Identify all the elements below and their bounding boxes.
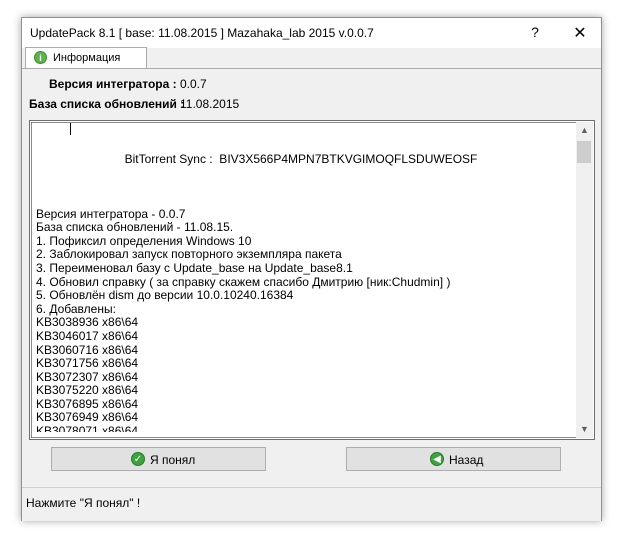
changelog-line: KB3075220 x86\64	[36, 383, 139, 398]
ok-button[interactable]: ✓ Я понял	[51, 447, 266, 471]
changelog-line: KB3076895 x86\64	[36, 396, 139, 411]
changelog-line: 1. Пофиксил определения Windows 10	[36, 233, 252, 248]
vertical-scrollbar[interactable]: ▲ ▼	[576, 122, 593, 438]
changelog-line: KB3078071 x86\64	[36, 424, 139, 432]
tab-information[interactable]: i Информация	[25, 47, 147, 69]
changelog-line: База списка обновлений - 11.08.15.	[36, 220, 234, 235]
status-text: Нажмите "Я понял" !	[26, 496, 141, 510]
bittorrent-sync-line: BitTorrent Sync : BIV3X566P4MPN7BTKVGIMO…	[124, 152, 478, 167]
changelog-line: KB3046017 x86\64	[36, 328, 139, 343]
tab-information-label: Информация	[53, 52, 121, 64]
scroll-thumb[interactable]	[577, 141, 591, 163]
changelog-textbox[interactable]: BitTorrent Sync : BIV3X566P4MPN7BTKVGIMO…	[29, 120, 595, 440]
base-label: База списка обновлений :	[29, 97, 185, 111]
title-bar: UpdatePack 8.1 [ base: 11.08.2015 ] Maza…	[22, 18, 601, 48]
status-bar: Нажмите "Я понял" !	[22, 487, 601, 521]
changelog-line: KB3076949 x86\64	[36, 410, 139, 425]
close-button[interactable]: ✕	[570, 23, 590, 43]
integrator-version-label: Версия интегратора :	[49, 77, 177, 91]
changelog-line: 2. Заблокировал запуск повторного экземп…	[36, 247, 342, 262]
changelog-line: 5. Обновлён dism до версии 10.0.10240.16…	[36, 288, 294, 303]
changelog-line: 6. Добавлены:	[36, 301, 116, 316]
changelog-line: KB3072307 x86\64	[36, 369, 139, 384]
window-title: UpdatePack 8.1 [ base: 11.08.2015 ] Maza…	[30, 26, 374, 40]
changelog-line: KB3071756 x86\64	[36, 356, 139, 371]
back-arrow-icon: ◀	[430, 452, 444, 466]
integrator-version-value: 0.0.7	[180, 77, 207, 91]
check-icon: ✓	[131, 452, 145, 466]
back-button[interactable]: ◀ Назад	[346, 447, 561, 471]
changelog-line: Версия интегратора - 0.0.7	[36, 206, 186, 221]
scroll-down-arrow-icon[interactable]: ▼	[576, 421, 593, 438]
back-button-label: Назад	[449, 453, 484, 467]
scroll-up-arrow-icon[interactable]: ▲	[576, 122, 593, 139]
help-button[interactable]: ?	[525, 24, 545, 42]
base-value: 11.08.2015	[180, 97, 240, 111]
changelog-line: KB3038936 x86\64	[36, 315, 139, 330]
changelog-text: BitTorrent Sync : BIV3X566P4MPN7BTKVGIMO…	[36, 126, 566, 432]
changelog-line: 4. Обновил справку ( за справку скажем с…	[36, 274, 451, 289]
changelog-line: 3. Переименовал базу с Update_base на Up…	[36, 260, 353, 275]
info-icon: i	[34, 51, 47, 64]
main-window: UpdatePack 8.1 [ base: 11.08.2015 ] Maza…	[21, 17, 602, 521]
ok-button-label: Я понял	[150, 453, 196, 467]
changelog-line: KB3060716 x86\64	[36, 342, 139, 357]
